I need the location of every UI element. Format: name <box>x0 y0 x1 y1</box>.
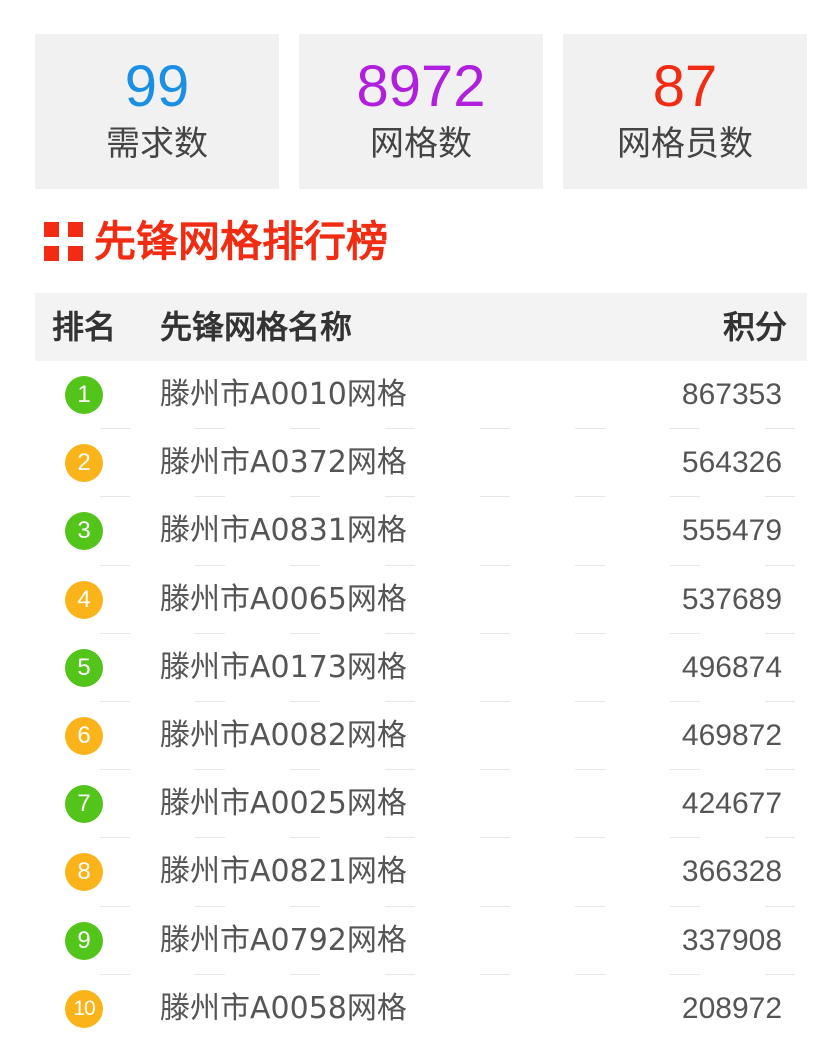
grid-score: 555479 <box>681 514 782 548</box>
grid-squares-icon <box>44 222 84 262</box>
table-row[interactable]: 10 滕州市A0058网格 208972 <box>35 975 807 1043</box>
rank-badge: 1 <box>65 376 103 414</box>
stat-card-grids[interactable]: 8972 网格数 <box>299 34 543 189</box>
table-row[interactable]: 3 滕州市A0831网格 555479 <box>35 497 807 566</box>
table-row[interactable]: 4 滕州市A0065网格 537689 <box>35 566 807 634</box>
grid-score: 496874 <box>681 650 782 684</box>
grid-name: 滕州市A0010网格 <box>160 377 407 412</box>
grid-name: 滕州市A0082网格 <box>160 717 407 753</box>
rank-badge: 5 <box>65 648 103 687</box>
rank-badge: 3 <box>65 512 103 551</box>
grid-score: 366328 <box>681 855 782 889</box>
header-score: 积分 <box>722 308 787 346</box>
stat-label: 网格员数 <box>617 124 753 164</box>
table-row[interactable]: 8 滕州市A0821网格 366328 <box>35 838 807 907</box>
table-row[interactable]: 6 滕州市A0082网格 469872 <box>35 702 807 771</box>
stat-card-grid-members[interactable]: 87 网格员数 <box>563 34 807 189</box>
section-header: 先锋网格排行榜 <box>44 212 388 272</box>
grid-score: 867353 <box>681 378 782 411</box>
grid-score: 469872 <box>681 718 782 752</box>
ranking-table: 排名 先锋网格名称 积分 1 滕州市A0010网格 867353 2 滕州市A0372网… <box>35 293 807 1043</box>
grid-name: 滕州市A0173网格 <box>160 649 407 685</box>
grid-name: 滕州市A0372网格 <box>160 445 407 481</box>
section-title: 先锋网格排行榜 <box>94 217 389 266</box>
rank-badge: 9 <box>65 921 103 960</box>
rank-badge: 10 <box>65 989 103 1028</box>
table-row[interactable]: 2 滕州市A0372网格 564326 <box>35 429 807 498</box>
table-row[interactable]: 1 滕州市A0010网格 867353 <box>35 361 807 430</box>
header-rank: 排名 <box>52 308 117 346</box>
grid-name: 滕州市A0792网格 <box>160 922 407 958</box>
grid-name: 滕州市A0025网格 <box>160 786 407 822</box>
rank-badge: 2 <box>65 444 103 483</box>
stat-label: 需求数 <box>106 124 208 164</box>
table-header: 排名 先锋网格名称 积分 <box>35 293 807 361</box>
stat-label: 网格数 <box>370 124 472 164</box>
table-body: 1 滕州市A0010网格 867353 2 滕州市A0372网格 564326 3 滕州市A0… <box>35 361 807 1043</box>
header-name: 先锋网格名称 <box>160 308 353 346</box>
stat-value: 8972 <box>356 54 486 119</box>
rank-badge: 8 <box>65 853 103 892</box>
table-row[interactable]: 5 滕州市A0173网格 496874 <box>35 634 807 702</box>
stat-value: 87 <box>652 54 718 119</box>
grid-name: 滕州市A0065网格 <box>160 581 407 617</box>
stats-panel: 99 需求数 8972 网格数 87 网格员数 <box>35 34 807 189</box>
stat-card-demands[interactable]: 99 需求数 <box>35 34 279 189</box>
grid-name: 滕州市A0831网格 <box>160 513 407 549</box>
grid-name: 滕州市A0821网格 <box>160 854 407 890</box>
rank-badge: 4 <box>65 580 103 619</box>
grid-name: 滕州市A0058网格 <box>160 990 407 1026</box>
table-row[interactable]: 7 滕州市A0025网格 424677 <box>35 770 807 839</box>
rank-badge: 7 <box>65 785 103 824</box>
grid-score: 208972 <box>681 991 782 1025</box>
grid-score: 537689 <box>681 582 782 616</box>
stat-value: 99 <box>124 54 190 119</box>
grid-score: 337908 <box>681 923 782 957</box>
table-row[interactable]: 9 滕州市A0792网格 337908 <box>35 907 807 975</box>
grid-score: 424677 <box>681 787 782 821</box>
rank-badge: 6 <box>65 716 103 755</box>
grid-score: 564326 <box>681 446 782 480</box>
